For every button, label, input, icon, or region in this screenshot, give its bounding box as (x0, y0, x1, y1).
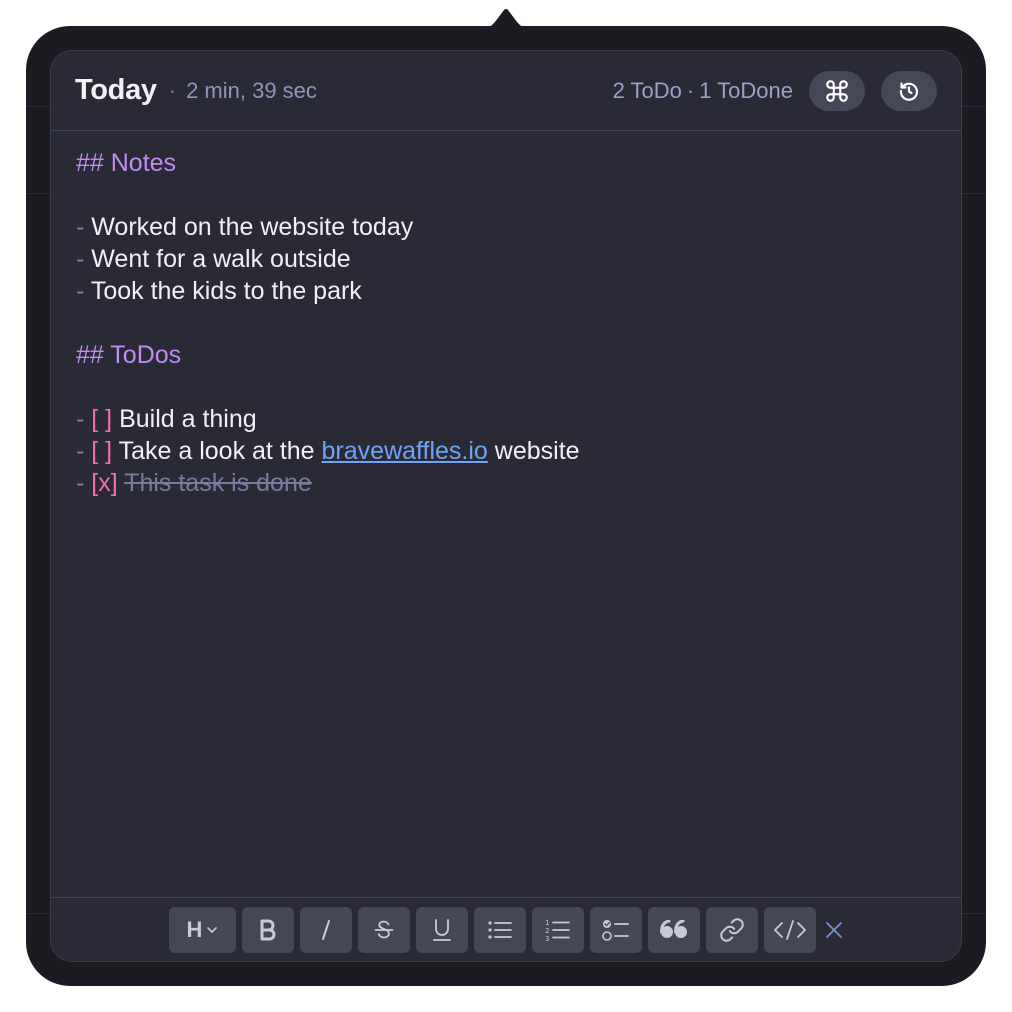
svg-text:2: 2 (545, 927, 549, 935)
notes-panel: Today · 2 min, 39 sec 2 ToDo · 1 ToDone ##… (50, 50, 962, 962)
todo-text: website (487, 437, 580, 465)
code-icon (774, 920, 806, 940)
todo-checkbox[interactable]: [ ] (91, 405, 112, 433)
heading-icon: H (186, 917, 203, 942)
note-text: Took the kids to the park (84, 277, 362, 305)
background-divider (26, 913, 50, 914)
command-icon (826, 79, 848, 102)
close-toolbar-button[interactable] (822, 907, 846, 953)
done-count: 1 ToDone (699, 77, 793, 103)
panel-header: Today · 2 min, 39 sec 2 ToDo · 1 ToDone (51, 51, 961, 131)
italic-button[interactable] (300, 907, 352, 953)
background-divider (26, 193, 50, 194)
quote-icon (660, 920, 687, 938)
bold-button[interactable] (242, 907, 294, 953)
task-counts: 2 ToDo · 1 ToDone (613, 78, 793, 104)
count-separator: · (686, 77, 695, 103)
done-todo-text: This task is done (124, 469, 312, 497)
quote-button[interactable] (648, 907, 700, 953)
background-divider (962, 913, 986, 914)
svg-text:1: 1 (545, 919, 549, 927)
background-divider (962, 193, 986, 194)
reset-icon (899, 81, 918, 101)
underline-button[interactable] (416, 907, 468, 953)
close-icon (826, 922, 842, 938)
note-text: Worked on the website today (84, 213, 414, 241)
todo-item: - [x] This task is done (76, 467, 941, 499)
link-icon (720, 918, 744, 942)
elapsed-time: 2 min, 39 sec (186, 77, 317, 103)
list-item: - Worked on the website today (76, 211, 941, 243)
formatting-toolbar: H 123 (169, 907, 846, 953)
shortcuts-button[interactable] (809, 70, 865, 111)
todo-text: Build a thing (112, 405, 257, 433)
note-text: Went for a walk outside (84, 245, 351, 273)
chevron-down-icon (207, 927, 218, 933)
strikethrough-button[interactable] (358, 907, 410, 953)
background-divider (26, 106, 50, 107)
formatting-bar: H 123 (51, 897, 961, 961)
page-title: Today (75, 74, 157, 106)
todo-checkbox[interactable]: [ ] (91, 437, 112, 465)
reset-button[interactable] (881, 70, 937, 111)
code-button[interactable] (764, 907, 816, 953)
todo-item: - [ ] Build a thing (76, 403, 941, 435)
link-button[interactable] (706, 907, 758, 953)
checklist-button[interactable] (590, 907, 642, 953)
checklist-icon (602, 920, 629, 941)
underline-icon (433, 919, 451, 941)
background-divider (962, 106, 986, 107)
numbered-list-icon: 123 (545, 919, 570, 942)
todo-text: Take a look at the (112, 437, 322, 465)
website-link[interactable]: bravewaffles.io (322, 437, 488, 465)
bullet-list-icon (488, 921, 512, 939)
bold-icon (260, 919, 276, 941)
strikethrough-icon (374, 920, 394, 939)
todos-heading: ## ToDos (76, 341, 182, 369)
svg-text:3: 3 (545, 935, 549, 942)
heading-button[interactable]: H (169, 907, 236, 953)
markdown-editor[interactable]: ## Notes - Worked on the website today -… (76, 147, 941, 499)
todo-item: - [ ] Take a look at the bravewaffles.io… (76, 435, 941, 467)
bullet-list-button[interactable] (474, 907, 526, 953)
italic-icon (322, 920, 330, 940)
list-item: - Took the kids to the park (76, 275, 941, 307)
numbered-list-button[interactable]: 123 (532, 907, 584, 953)
todo-checkbox[interactable]: [x] (91, 469, 117, 497)
list-item: - Went for a walk outside (76, 243, 941, 275)
todo-count: 2 ToDo (612, 77, 682, 103)
notes-heading: ## Notes (76, 149, 177, 177)
title-separator: · (168, 77, 177, 103)
